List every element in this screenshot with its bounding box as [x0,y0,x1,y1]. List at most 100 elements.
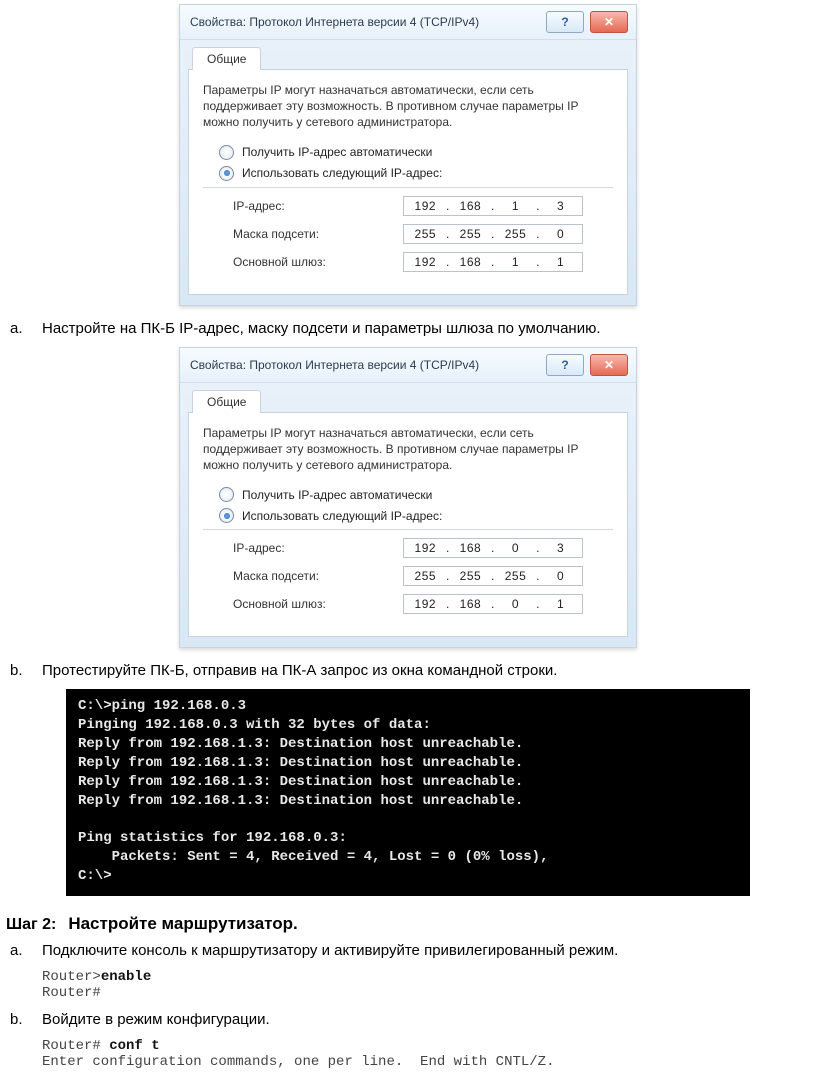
help-button[interactable]: ? [546,11,584,33]
command: enable [101,969,151,985]
ip-octet[interactable]: 255 [502,569,530,583]
ip-octet[interactable]: 0 [547,227,575,241]
row-default-gateway: Основной шлюз: 192. 168. 0. 1 [233,594,613,614]
close-button[interactable]: ✕ [590,354,628,376]
tab-general[interactable]: Общие [192,390,261,413]
prompt: Router# [42,1038,109,1054]
tabstrip: Общие [180,46,636,69]
tabstrip: Общие [180,389,636,412]
input-default-gateway[interactable]: 192. 168. 1. 1 [403,252,583,272]
help-icon: ? [561,15,568,29]
radio-manual-ip[interactable]: Использовать следующий IP-адрес: [219,508,613,523]
step-item-a: a. Настройте на ПК-Б IP-адрес, маску под… [10,320,810,337]
close-icon: ✕ [604,358,614,372]
row-subnet-mask: Маска подсети: 255. 255. 255. 0 [233,566,613,586]
ip-octet[interactable]: 1 [502,255,530,269]
radio-auto-label: Получить IP-адрес автоматически [242,145,432,159]
ip-octet[interactable]: 3 [547,541,575,555]
radio-auto-label: Получить IP-адрес автоматически [242,488,432,502]
ip-octet[interactable]: 168 [456,597,484,611]
label-ip-address: IP-адрес: [233,541,403,555]
step2-item-b: b. Войдите в режим конфигурации. [10,1011,810,1028]
label-ip-address: IP-адрес: [233,199,403,213]
step2-item-a: a. Подключите консоль к маршрутизатору и… [10,942,810,959]
ip-octet[interactable]: 168 [456,255,484,269]
ip-octet[interactable]: 255 [502,227,530,241]
ip-octet[interactable]: 1 [502,199,530,213]
radio-icon-selected [219,166,234,181]
ip-octet[interactable]: 0 [502,541,530,555]
tab-content: Параметры IP могут назначаться автоматич… [188,412,628,638]
ip-octet[interactable]: 0 [547,569,575,583]
command-prompt-output: C:\>ping 192.168.0.3 Pinging 192.168.0.3… [66,689,750,896]
list-marker: a. [10,942,28,959]
step-text: Настройте на ПК-Б IP-адрес, маску подсет… [42,320,810,337]
ipv4-properties-dialog-1: Свойства: Протокол Интернета версии 4 (T… [179,4,637,306]
row-ip-address: IP-адрес: 192. 168. 1. 3 [233,196,613,216]
ip-octet[interactable]: 168 [456,541,484,555]
radio-auto-ip[interactable]: Получить IP-адрес автоматически [219,145,613,160]
ip-octet[interactable]: 168 [456,199,484,213]
ip-octet[interactable]: 192 [411,255,439,269]
input-ip-address[interactable]: 192. 168. 1. 3 [403,196,583,216]
divider [203,187,613,188]
divider [203,529,613,530]
ip-octet[interactable]: 1 [547,597,575,611]
ip-octet[interactable]: 0 [502,597,530,611]
ip-octet[interactable]: 192 [411,199,439,213]
row-subnet-mask: Маска подсети: 255. 255. 255. 0 [233,224,613,244]
titlebar: Свойства: Протокол Интернета версии 4 (T… [180,348,636,383]
label-default-gateway: Основной шлюз: [233,255,403,269]
list-marker: a. [10,320,28,337]
step-2-heading: Шаг 2: Настройте маршрутизатор. [6,914,810,934]
radio-icon [219,145,234,160]
step-title: Настройте маршрутизатор. [68,914,297,934]
help-button[interactable]: ? [546,354,584,376]
ip-octet[interactable]: 192 [411,541,439,555]
ip-octet[interactable]: 3 [547,199,575,213]
step-number: Шаг 2: [6,916,56,934]
window-buttons: ? ✕ [546,11,628,33]
radio-auto-ip[interactable]: Получить IP-адрес автоматически [219,487,613,502]
ip-octet[interactable]: 255 [456,227,484,241]
tab-general[interactable]: Общие [192,47,261,70]
close-button[interactable]: ✕ [590,11,628,33]
description-text: Параметры IP могут назначаться автоматич… [203,425,613,474]
label-subnet-mask: Маска подсети: [233,569,403,583]
input-subnet-mask[interactable]: 255. 255. 255. 0 [403,566,583,586]
radio-icon-selected [219,508,234,523]
close-icon: ✕ [604,15,614,29]
window-title: Свойства: Протокол Интернета версии 4 (T… [190,15,479,29]
titlebar: Свойства: Протокол Интернета версии 4 (T… [180,5,636,40]
ip-octet[interactable]: 255 [411,227,439,241]
ip-octet[interactable]: 192 [411,597,439,611]
step-text: Подключите консоль к маршрутизатору и ак… [42,942,810,959]
radio-manual-label: Использовать следующий IP-адрес: [242,166,442,180]
tab-content: Параметры IP могут назначаться автоматич… [188,69,628,295]
row-default-gateway: Основной шлюз: 192. 168. 1. 1 [233,252,613,272]
label-subnet-mask: Маска подсети: [233,227,403,241]
router-conf-line: Router# conf t [42,1038,810,1054]
router-enable-line: Router>enable [42,969,810,985]
input-default-gateway[interactable]: 192. 168. 0. 1 [403,594,583,614]
router-prompt-line: Router# [42,985,810,1001]
input-subnet-mask[interactable]: 255. 255. 255. 0 [403,224,583,244]
ip-octet[interactable]: 1 [547,255,575,269]
row-ip-address: IP-адрес: 192. 168. 0. 3 [233,538,613,558]
list-marker: b. [10,662,28,679]
window-title: Свойства: Протокол Интернета версии 4 (T… [190,358,479,372]
step-text: Протестируйте ПК-Б, отправив на ПК-А зап… [42,662,810,679]
window-buttons: ? ✕ [546,354,628,376]
radio-icon [219,487,234,502]
input-ip-address[interactable]: 192. 168. 0. 3 [403,538,583,558]
description-text: Параметры IP могут назначаться автоматич… [203,82,613,131]
list-marker: b. [10,1011,28,1028]
step-item-b: b. Протестируйте ПК-Б, отправив на ПК-А … [10,662,810,679]
label-default-gateway: Основной шлюз: [233,597,403,611]
command: conf t [109,1038,159,1054]
radio-manual-ip[interactable]: Использовать следующий IP-адрес: [219,166,613,181]
router-conf-output: Enter configuration commands, one per li… [42,1054,810,1070]
ip-octet[interactable]: 255 [456,569,484,583]
ip-octet[interactable]: 255 [411,569,439,583]
help-icon: ? [561,358,568,372]
